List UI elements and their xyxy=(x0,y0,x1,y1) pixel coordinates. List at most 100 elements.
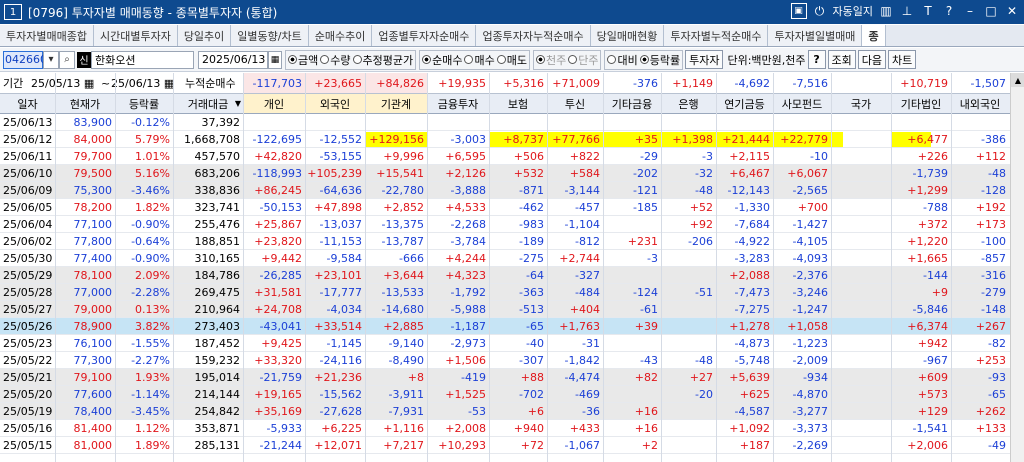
table-cell: 84,000 xyxy=(73,132,113,146)
pin2-icon[interactable]: ⊥ xyxy=(899,3,915,19)
column-header[interactable]: 기관계 xyxy=(365,94,427,113)
column-header[interactable]: 금융투자 xyxy=(427,94,489,113)
table-row[interactable]: 25/06/12 84,000 5.79% 1,668,708 -122,695 -12,… xyxy=(0,131,1024,148)
pin-icon[interactable]: ▥ xyxy=(878,3,894,19)
radio-on-icon xyxy=(288,55,297,64)
column-header[interactable]: 기타금융 xyxy=(603,94,661,113)
window-box-icon[interactable]: ▣ xyxy=(790,3,807,19)
trade-radio-group: 순매수 매수 매도 xyxy=(419,49,530,70)
tab-4[interactable]: 순매수추이 xyxy=(308,25,373,46)
calendar-icon[interactable]: ▦ xyxy=(84,77,94,90)
calendar-icon[interactable]: ▦ xyxy=(268,50,282,69)
query-button[interactable]: 조회 xyxy=(827,50,856,69)
table-cell: -121 xyxy=(633,183,658,197)
column-header[interactable]: 은행 xyxy=(661,94,716,113)
table-row[interactable]: 25/06/11 79,700 1.01% 457,570 +42,820 -53,155… xyxy=(0,148,1024,165)
next-button[interactable]: 다음 xyxy=(857,50,887,69)
radio-net-buy[interactable]: 순매수 xyxy=(422,52,462,68)
help-icon[interactable]: ? xyxy=(941,3,957,19)
tab-7[interactable]: 당일매매현황 xyxy=(590,25,665,46)
table-cell: -1.14% xyxy=(131,387,170,401)
table-row[interactable]: 25/06/04 77,100 -0.90% 255,476 +25,867 -13,03… xyxy=(0,216,1024,233)
stock-code-input[interactable]: 042660 xyxy=(3,50,47,69)
period-to[interactable]: 25/06/13 ▦ xyxy=(108,73,182,93)
maximize-icon[interactable]: □ xyxy=(983,3,999,19)
column-header[interactable]: 보험 xyxy=(489,94,547,113)
column-header[interactable]: 일자 xyxy=(0,94,55,113)
table-row[interactable]: 25/06/13 83,900 -0.12% 37,392 xyxy=(0,114,1024,131)
table-row[interactable]: 25/05/26 78,900 3.82% 273,403 -43,041 +33,514… xyxy=(0,318,1024,335)
scroll-up-icon[interactable]: ▲ xyxy=(1011,73,1024,87)
text-icon[interactable]: T xyxy=(920,3,936,19)
power-icon[interactable]: ⏻ xyxy=(812,3,828,19)
column-header[interactable]: 외국인 xyxy=(305,94,365,113)
column-header[interactable]: 투신 xyxy=(547,94,603,113)
autosave-label[interactable]: 자동일지 xyxy=(833,3,873,19)
tab-10[interactable]: 종 xyxy=(862,25,886,46)
table-row[interactable]: 25/05/30 77,400 -0.90% 310,165 +9,442 -9,584 -… xyxy=(0,250,1024,267)
radio-diff[interactable]: 대비 xyxy=(607,52,638,68)
table-row[interactable]: 25/05/28 77,000 -2.28% 269,475 +31,581 -17,77… xyxy=(0,284,1024,301)
table-cell: -17,777 xyxy=(319,285,362,299)
tab-0[interactable]: 투자자별매매종합 xyxy=(0,25,94,46)
radio-rate[interactable]: 등락률 xyxy=(639,52,680,68)
column-header[interactable]: 내외국인 xyxy=(951,94,1009,113)
stock-name-field[interactable]: 한화오션 xyxy=(91,50,194,69)
radio-sell[interactable]: 매도 xyxy=(496,52,527,68)
dropdown-icon[interactable]: ▾ xyxy=(43,50,59,69)
column-header[interactable]: 기타법인 xyxy=(891,94,951,113)
radio-single-shares[interactable]: 단주 xyxy=(568,52,598,68)
table-row[interactable]: 25/05/29 78,100 2.09% 184,786 -26,285 +23,101… xyxy=(0,267,1024,284)
vertical-scrollbar[interactable]: ▲ xyxy=(1010,73,1024,462)
period-from[interactable]: 25/05/13 ▦ xyxy=(28,73,98,93)
tab-1[interactable]: 시간대별투자자 xyxy=(93,25,178,46)
column-header[interactable]: 국가 xyxy=(831,94,891,113)
table-cell: 77,800 xyxy=(73,234,113,248)
help-button[interactable]: ? xyxy=(807,50,826,69)
table-cell: -7,473 xyxy=(734,285,770,299)
table-cell: -118,993 xyxy=(252,166,302,180)
table-row[interactable]: 25/05/19 78,400 -3.45% 254,842 +35,169 -27,62… xyxy=(0,403,1024,420)
tab-6[interactable]: 업종투자자누적순매수 xyxy=(476,25,591,46)
table-cell: -857 xyxy=(981,251,1006,265)
close-icon[interactable]: ✕ xyxy=(1004,3,1020,19)
radio-avg-price[interactable]: 추정평균가 xyxy=(352,52,413,68)
radio-quantity[interactable]: 수량 xyxy=(320,52,351,68)
minimize-icon[interactable]: – xyxy=(962,3,978,19)
table-row[interactable]: 25/05/16 81,400 1.12% 353,871 -5,933 +6,225 +1… xyxy=(0,420,1024,437)
table-cell: -27,628 xyxy=(319,404,362,418)
table-row[interactable]: 25/06/05 78,200 1.82% 323,741 -50,153 +47,898… xyxy=(0,199,1024,216)
table-row[interactable]: 25/05/20 77,600 -1.14% 214,144 +19,165 -15,56… xyxy=(0,386,1024,403)
column-header[interactable]: 등락률 xyxy=(115,94,173,113)
table-row[interactable]: 25/05/23 76,100 -1.55% 187,452 +9,425 -1,145 -… xyxy=(0,335,1024,352)
investor-button[interactable]: 투자자 xyxy=(685,50,724,69)
radio-buy[interactable]: 매수 xyxy=(464,52,495,68)
table-cell: +35 xyxy=(634,132,658,146)
date-input[interactable]: 2025/06/13 xyxy=(198,50,268,69)
column-header[interactable]: 현재가 xyxy=(55,94,115,113)
cumulative-value: -117,703 xyxy=(243,73,305,93)
radio-thousand-shares[interactable]: 천주 xyxy=(535,52,566,68)
tab-5[interactable]: 업종별투자자순매수 xyxy=(372,25,477,46)
table-row[interactable]: 25/05/15 81,000 1.89% 285,131 -21,244 +12,071… xyxy=(0,437,1024,454)
table-row[interactable]: 25/05/22 77,300 -2.27% 159,232 +33,320 -24,11… xyxy=(0,352,1024,369)
search-icon[interactable]: ⌕ xyxy=(59,50,75,69)
sort-down-icon[interactable]: ▼ xyxy=(233,94,243,113)
window-title: [0796] 투자자별 매매동향 - 종목별투자자 (통합) xyxy=(28,5,278,20)
cumulative-value: +71,009 xyxy=(552,76,600,90)
table-row[interactable]: 25/05/21 79,100 1.93% 195,014 -21,759 +21,236… xyxy=(0,369,1024,386)
table-row[interactable]: 25/06/09 75,300 -3.46% 338,836 +86,245 -64,63… xyxy=(0,182,1024,199)
column-header[interactable]: 개인 xyxy=(243,94,305,113)
table-row[interactable]: 25/05/27 79,000 0.13% 210,964 +24,708 -4,034 -… xyxy=(0,301,1024,318)
tab-9[interactable]: 투자자별일별매매 xyxy=(768,25,863,46)
tab-3[interactable]: 일별동향/차트 xyxy=(231,25,309,46)
column-header[interactable]: 연기금등 xyxy=(716,94,773,113)
tab-2[interactable]: 당일추이 xyxy=(177,25,232,46)
tab-8[interactable]: 투자자별누적순매수 xyxy=(664,25,769,46)
chart-button[interactable]: 차트 xyxy=(888,50,917,69)
column-header[interactable]: 사모펀드 xyxy=(773,94,831,113)
table-cell: +1,278 xyxy=(729,319,770,333)
table-row[interactable]: 25/06/02 77,800 -0.64% 188,851 +23,820 -11,15… xyxy=(0,233,1024,250)
radio-amount[interactable]: 금액 xyxy=(288,52,318,68)
table-row[interactable]: 25/06/10 79,500 5.16% 683,206 -118,993 +105,2… xyxy=(0,165,1024,182)
